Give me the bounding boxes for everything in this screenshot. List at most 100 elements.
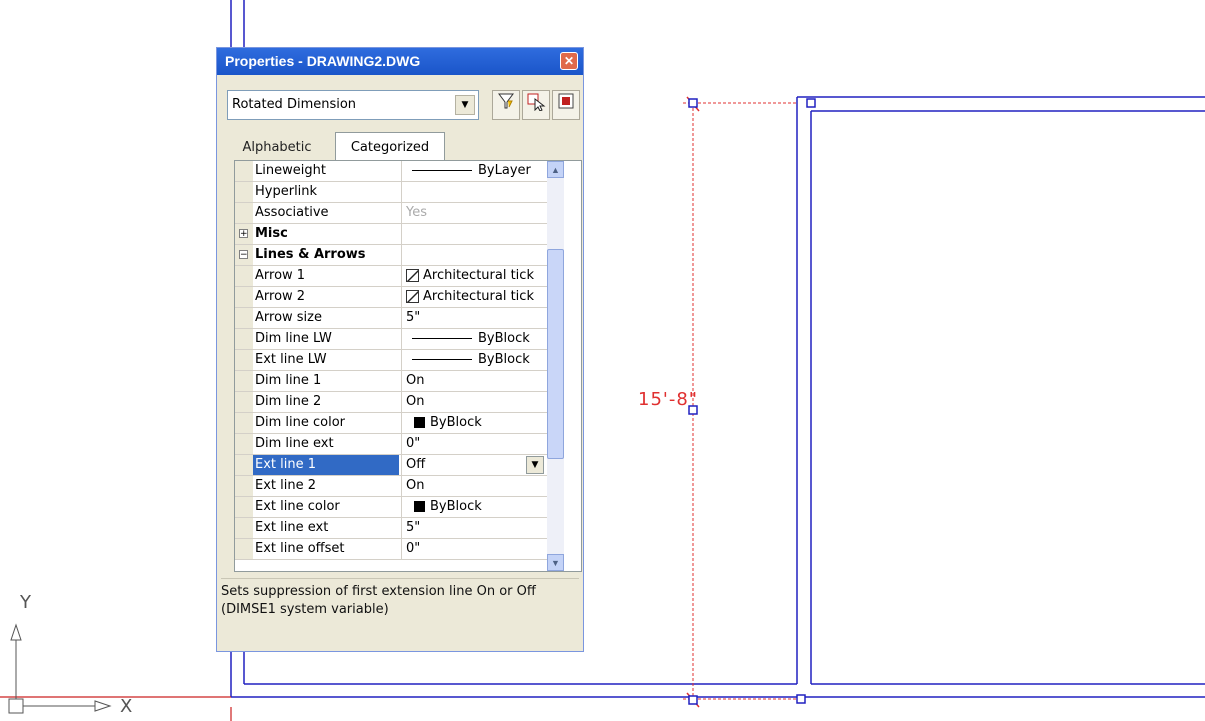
row-gutter <box>235 497 253 517</box>
property-name: Dim line LW <box>255 331 332 346</box>
property-row[interactable]: Dim line color ByBlock <box>235 413 547 434</box>
palette-title-bar[interactable]: Properties - DRAWING2.DWG ✕ <box>217 48 583 75</box>
property-value[interactable]: ByBlock <box>401 497 547 517</box>
property-row[interactable]: Arrow size 5" <box>235 308 547 329</box>
color-swatch-icon <box>414 501 425 512</box>
property-value-text: 0" <box>406 436 421 451</box>
property-row[interactable]: Ext line LW ByBlock <box>235 350 547 371</box>
quick-select-icon[interactable] <box>492 90 520 120</box>
property-row[interactable]: Ext line 2 On <box>235 476 547 497</box>
property-name: Ext line 1 <box>253 455 399 475</box>
row-gutter <box>235 518 253 538</box>
property-value-text: ByLayer <box>478 163 531 178</box>
grip-dim-bottom[interactable] <box>688 695 698 705</box>
chevron-down-icon[interactable]: ▼ <box>526 456 544 474</box>
property-value[interactable]: 5" <box>401 308 547 328</box>
property-value[interactable]: On <box>401 392 547 412</box>
property-value[interactable]: Yes <box>401 203 547 223</box>
dimension-text[interactable]: 15'-8" <box>638 389 698 410</box>
property-row[interactable]: Dim line 1 On <box>235 371 547 392</box>
property-row[interactable]: Ext line ext 5" <box>235 518 547 539</box>
property-name: Dim line color <box>255 415 346 430</box>
grip-dim-top[interactable] <box>688 98 698 108</box>
property-name: Misc <box>255 226 288 241</box>
ucs-icon <box>8 623 112 714</box>
property-name: Arrow 2 <box>255 289 306 304</box>
property-row[interactable]: Hyperlink <box>235 182 547 203</box>
property-value[interactable]: Architectural tick <box>401 287 547 307</box>
property-value[interactable]: Off ▼ <box>401 455 547 475</box>
row-gutter <box>235 371 253 391</box>
property-description: Sets suppression of first extension line… <box>221 578 579 648</box>
property-row[interactable]: Associative Yes <box>235 203 547 224</box>
select-objects-icon[interactable] <box>522 90 550 120</box>
row-gutter <box>235 476 253 496</box>
property-grid: Lineweight ByLayer Hyperlink Associative Yes… <box>234 160 582 572</box>
property-name: Dim line ext <box>255 436 334 451</box>
property-row[interactable]: Arrow 1 Architectural tick <box>235 266 547 287</box>
property-grid-scrollbar[interactable]: ▲ ▼ <box>547 161 564 571</box>
property-value[interactable]: On <box>401 371 547 391</box>
property-value[interactable]: ByBlock <box>401 329 547 349</box>
property-name: Associative <box>255 205 329 220</box>
row-gutter <box>235 350 253 370</box>
property-name: Lines & Arrows <box>255 247 366 262</box>
property-row[interactable]: + Misc <box>235 224 547 245</box>
property-row[interactable]: Ext line offset 0" <box>235 539 547 560</box>
property-value[interactable] <box>401 245 547 265</box>
property-value-text: Architectural tick <box>423 289 534 304</box>
tab-categorized[interactable]: Categorized <box>335 132 445 160</box>
property-value[interactable]: On <box>401 476 547 496</box>
property-name: Dim line 1 <box>255 373 322 388</box>
property-value[interactable]: ByLayer <box>401 161 547 181</box>
row-gutter <box>235 539 253 559</box>
property-value[interactable] <box>401 224 547 244</box>
lineweight-sample-icon <box>412 359 472 360</box>
properties-palette: Properties - DRAWING2.DWG ✕ Rotated Dime… <box>216 47 584 652</box>
row-gutter <box>235 308 253 328</box>
row-gutter <box>235 434 253 454</box>
property-row[interactable]: Dim line 2 On <box>235 392 547 413</box>
property-value[interactable]: 0" <box>401 434 547 454</box>
property-row[interactable]: Dim line LW ByBlock <box>235 329 547 350</box>
scroll-down-icon[interactable]: ▼ <box>547 554 564 571</box>
close-icon[interactable]: ✕ <box>560 52 578 70</box>
property-row[interactable]: Arrow 2 Architectural tick <box>235 287 547 308</box>
pickadd-toggle-icon[interactable] <box>552 90 580 120</box>
scroll-thumb[interactable] <box>547 249 564 459</box>
property-row[interactable]: Ext line color ByBlock <box>235 497 547 518</box>
lineweight-sample-icon <box>412 170 472 171</box>
property-value-text: ByBlock <box>478 331 530 346</box>
property-value[interactable] <box>401 182 547 202</box>
property-value[interactable]: Architectural tick <box>401 266 547 286</box>
property-row[interactable]: − Lines & Arrows <box>235 245 547 266</box>
object-type-select[interactable]: Rotated Dimension ▼ <box>227 90 479 120</box>
row-gutter <box>235 455 253 475</box>
grip-ext-bottom[interactable] <box>796 694 806 704</box>
grip-ext-top[interactable] <box>806 98 816 108</box>
property-value-text: Off <box>406 457 426 472</box>
property-name: Ext line 2 <box>255 478 317 493</box>
property-value[interactable]: ByBlock <box>401 350 547 370</box>
property-row[interactable]: Lineweight ByLayer <box>235 161 547 182</box>
property-value[interactable]: 5" <box>401 518 547 538</box>
property-name: Ext line LW <box>255 352 327 367</box>
property-value[interactable]: 0" <box>401 539 547 559</box>
scroll-up-icon[interactable]: ▲ <box>547 161 564 178</box>
property-value[interactable]: ByBlock <box>401 413 547 433</box>
architectural-tick-icon <box>406 290 419 303</box>
property-value-text: ByBlock <box>430 499 482 514</box>
row-gutter <box>235 161 253 181</box>
property-row[interactable]: Dim line ext 0" <box>235 434 547 455</box>
property-value-text: On <box>406 394 425 409</box>
expand-icon[interactable]: + <box>239 229 248 239</box>
property-row[interactable]: Ext line 1 Off ▼ <box>235 455 547 476</box>
chevron-down-icon[interactable]: ▼ <box>455 95 475 115</box>
drawing-canvas[interactable] <box>0 0 1205 721</box>
property-value-text: ByBlock <box>478 352 530 367</box>
property-value-text: 0" <box>406 541 421 556</box>
property-name: Arrow size <box>255 310 322 325</box>
property-name: Ext line ext <box>255 520 329 535</box>
tab-alphabetic[interactable]: Alphabetic <box>231 134 323 160</box>
collapse-icon[interactable]: − <box>239 250 248 260</box>
